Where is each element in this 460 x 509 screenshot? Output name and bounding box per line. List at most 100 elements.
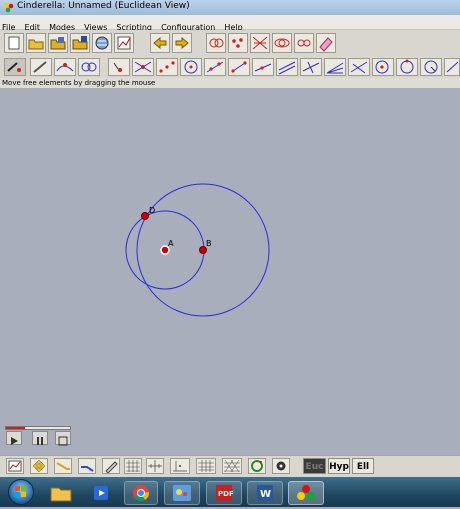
elliptic-geometry-button[interactable]: Ell xyxy=(352,458,374,474)
axes-button[interactable] xyxy=(146,458,164,474)
pdf-icon: PDF xyxy=(216,485,234,501)
coordinate-button[interactable] xyxy=(170,458,190,474)
angle-bisector-button[interactable] xyxy=(324,58,346,76)
lines-select-icon xyxy=(252,36,268,50)
undo-button[interactable] xyxy=(150,33,170,53)
move-mode-button[interactable] xyxy=(4,58,26,76)
open-file-button[interactable] xyxy=(26,33,46,53)
translate-view-button[interactable] xyxy=(30,458,48,474)
interactive-mode-button[interactable] xyxy=(30,58,52,76)
parallel-button[interactable] xyxy=(276,58,298,76)
save-button[interactable] xyxy=(48,33,68,53)
pause-button[interactable] xyxy=(32,431,48,445)
conics-select-icon xyxy=(274,38,290,48)
taskbar-word[interactable]: W xyxy=(247,481,283,505)
move-cross-icon xyxy=(32,459,46,473)
new-file-button[interactable] xyxy=(4,33,24,53)
select-conics-button[interactable] xyxy=(272,33,292,53)
windows-logo-icon xyxy=(15,486,26,497)
stop-icon xyxy=(58,436,68,446)
start-button[interactable] xyxy=(8,479,34,505)
add-point-button[interactable] xyxy=(108,58,130,76)
compass-icon xyxy=(350,61,368,74)
midpoint-button[interactable] xyxy=(156,58,178,76)
gear-icon xyxy=(276,461,286,471)
line-by-two-points-button[interactable] xyxy=(204,58,226,76)
line-icon xyxy=(206,61,224,73)
coordinate-icon xyxy=(173,461,187,472)
hyperbolic-geometry-button[interactable]: Hyp xyxy=(328,458,350,474)
grid-snap-button[interactable] xyxy=(124,458,142,474)
curve-point-icon xyxy=(56,63,74,72)
euclidean-geometry-button[interactable]: Euc xyxy=(303,458,326,474)
print-button[interactable] xyxy=(114,33,134,53)
graph-view-button[interactable] xyxy=(6,458,24,474)
select-points-button[interactable] xyxy=(228,33,248,53)
delete-button[interactable] xyxy=(316,33,336,53)
pen-button[interactable] xyxy=(102,458,120,474)
stop-button[interactable] xyxy=(55,431,71,446)
taskbar-explorer[interactable] xyxy=(46,481,76,505)
point-d[interactable] xyxy=(141,212,149,220)
window-title: Cinderella: Unnamed (Euclidean View) xyxy=(17,1,190,11)
taskbar-paint[interactable] xyxy=(164,481,200,505)
save-as-button[interactable] xyxy=(70,33,90,53)
fine-grid-icon xyxy=(198,460,214,472)
circle-by-radius-button[interactable] xyxy=(372,58,394,76)
hide-button[interactable] xyxy=(272,458,290,474)
circle-radius-icon xyxy=(375,60,389,74)
perpendicular-icon xyxy=(302,61,320,74)
line-through-point-button[interactable] xyxy=(252,58,274,76)
save-as-icon xyxy=(72,36,88,50)
deselect-button[interactable] xyxy=(294,33,314,53)
intersection-button[interactable] xyxy=(132,58,154,76)
triangular-grid-button[interactable] xyxy=(222,458,242,474)
redo-button[interactable] xyxy=(172,33,192,53)
cinderella-app-icon xyxy=(3,2,14,13)
circle-center-icon xyxy=(184,60,198,74)
locus-mode-button[interactable] xyxy=(78,58,100,76)
arrow-left-icon xyxy=(153,36,167,50)
label-b: B xyxy=(206,239,212,248)
circle-through-point-button[interactable] xyxy=(420,58,442,76)
zoom-out-button[interactable] xyxy=(78,458,96,474)
axes-icon xyxy=(148,460,162,472)
save-icon xyxy=(50,37,66,50)
svg-text:PDF: PDF xyxy=(218,490,234,498)
taskbar-cinderella[interactable] xyxy=(288,481,324,505)
deselect-icon xyxy=(297,39,311,47)
select-lines-button[interactable] xyxy=(250,33,270,53)
export-button[interactable] xyxy=(92,33,112,53)
folder-icon xyxy=(50,487,72,502)
taskbar-media-player[interactable] xyxy=(86,481,116,505)
word-icon: W xyxy=(257,485,273,501)
perpendicular-button[interactable] xyxy=(300,58,322,76)
segment-button[interactable] xyxy=(228,58,250,76)
circles-select-icon xyxy=(209,38,224,48)
fine-grid-button[interactable] xyxy=(196,458,216,474)
chrome-icon xyxy=(133,485,150,502)
midpoint-icon xyxy=(159,61,175,73)
drawing-canvas[interactable]: A B D xyxy=(0,88,460,455)
circle-by-center-button[interactable] xyxy=(180,58,202,76)
rotate-view-button[interactable] xyxy=(248,458,266,474)
svg-text:W: W xyxy=(260,489,271,500)
play-button[interactable] xyxy=(6,431,22,445)
zoom-in-button[interactable] xyxy=(54,458,72,474)
taskbar-pdf-reader[interactable]: PDF xyxy=(206,481,242,505)
title-bar: Cinderella: Unnamed (Euclidean View) xyxy=(0,0,460,16)
add-point-on-curve-button[interactable] xyxy=(54,58,76,76)
compass-button[interactable] xyxy=(348,58,370,76)
circle-by-three-points-button[interactable] xyxy=(396,58,418,76)
more-tools-button[interactable] xyxy=(444,58,460,76)
arrow-right-icon xyxy=(175,36,189,50)
circle-three-icon xyxy=(400,59,414,74)
rotate-icon xyxy=(251,460,263,472)
mode-toolbar xyxy=(0,56,460,79)
select-all-points-button[interactable] xyxy=(206,33,226,53)
wand-icon xyxy=(33,61,47,73)
animation-speed-bar[interactable] xyxy=(5,426,71,430)
segment-icon xyxy=(231,61,247,73)
main-toolbar xyxy=(0,30,460,57)
taskbar-chrome[interactable] xyxy=(124,481,158,505)
